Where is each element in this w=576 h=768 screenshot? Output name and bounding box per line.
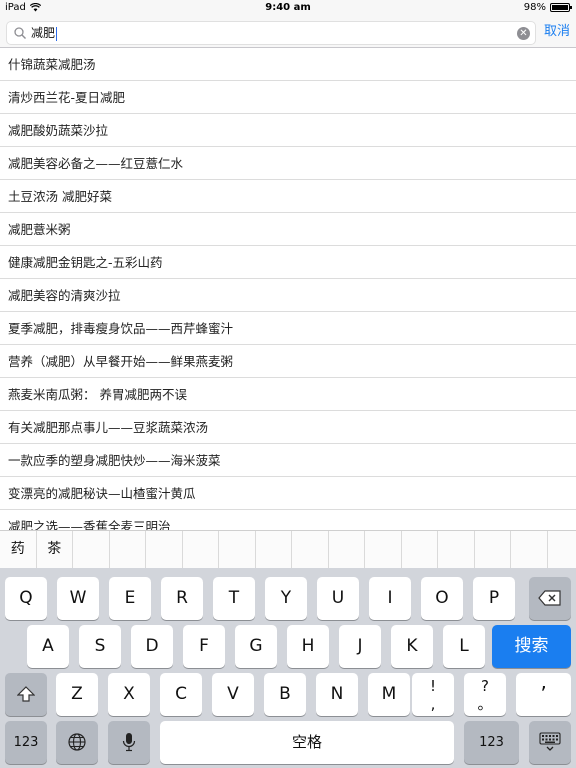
status-right: 98% <box>523 2 572 13</box>
key-v[interactable]: V <box>212 673 254 716</box>
shift-icon <box>16 686 36 702</box>
key-comma-label: , <box>430 695 436 713</box>
candidate-slot-empty <box>329 531 365 568</box>
key-y[interactable]: Y <box>265 577 307 620</box>
key-u[interactable]: U <box>317 577 359 620</box>
candidate-slot-empty <box>219 531 256 568</box>
key-t[interactable]: T <box>213 577 255 620</box>
key-h[interactable]: H <box>287 625 329 668</box>
candidate-slot-empty <box>110 531 146 568</box>
list-item[interactable]: 减肥之选——香蕉全麦三明治 <box>0 510 576 530</box>
battery-icon <box>550 3 572 12</box>
candidate-slot-empty <box>183 531 219 568</box>
globe-icon <box>68 733 86 751</box>
key-d[interactable]: D <box>131 625 173 668</box>
candidate-slot-empty <box>438 531 475 568</box>
list-item[interactable]: 燕麦米南瓜粥： 养胃减肥两不误 <box>0 378 576 411</box>
key-z[interactable]: Z <box>56 673 98 716</box>
key-c[interactable]: C <box>160 673 202 716</box>
key-x[interactable]: X <box>108 673 150 716</box>
key-r[interactable]: R <box>161 577 203 620</box>
key-question-period[interactable]: ? 。 <box>464 673 506 716</box>
key-q[interactable]: Q <box>5 577 47 620</box>
numbers-key-left[interactable]: 123 <box>5 721 47 764</box>
keyboard: 搜索 ! , ? 。 ’ 123 空格 123 Q W E R T Y U I … <box>0 568 576 768</box>
list-item[interactable]: 土豆浓汤 减肥好菜 <box>0 180 576 213</box>
list-item[interactable]: 夏季减肥，排毒瘦身饮品——西芹蜂蜜汁 <box>0 312 576 345</box>
microphone-icon <box>122 733 136 752</box>
key-question-label: ? <box>481 677 489 695</box>
results-list[interactable]: 什锦蔬菜减肥汤 清炒西兰花-夏日减肥 减肥酸奶蔬菜沙拉 减肥美容必备之——红豆薏仁水土… <box>0 48 576 530</box>
hide-keyboard-key[interactable] <box>529 721 571 764</box>
list-item[interactable]: 什锦蔬菜减肥汤 <box>0 48 576 81</box>
search-key[interactable]: 搜索 <box>492 625 571 668</box>
key-b[interactable]: B <box>264 673 306 716</box>
list-item[interactable]: 减肥酸奶蔬菜沙拉 <box>0 114 576 147</box>
list-item[interactable]: 减肥薏米粥 <box>0 213 576 246</box>
search-field[interactable]: 减肥 ✕ <box>6 21 536 45</box>
shift-key[interactable] <box>5 673 47 716</box>
delete-key[interactable] <box>529 577 571 620</box>
list-item[interactable]: 减肥美容的清爽沙拉 <box>0 279 576 312</box>
key-j[interactable]: J <box>339 625 381 668</box>
search-bar: 减肥 ✕ 取消 <box>0 16 576 48</box>
key-i[interactable]: I <box>369 577 411 620</box>
list-item[interactable]: 有关减肥那点事儿——豆浆蔬菜浓汤 <box>0 411 576 444</box>
candidate-slot-empty <box>365 531 402 568</box>
key-e[interactable]: E <box>109 577 151 620</box>
list-item[interactable]: 减肥美容必备之——红豆薏仁水 <box>0 147 576 180</box>
list-item[interactable]: 健康减肥金钥匙之-五彩山药 <box>0 246 576 279</box>
key-exclamation-label: ! <box>429 677 436 695</box>
candidate-item[interactable]: 茶 <box>37 531 73 568</box>
list-item[interactable]: 一款应季的塑身减肥快炒——海米菠菜 <box>0 444 576 477</box>
candidate-slot-empty <box>402 531 438 568</box>
key-period-label: 。 <box>477 695 493 713</box>
space-key[interactable]: 空格 <box>160 721 454 764</box>
key-o[interactable]: O <box>421 577 463 620</box>
search-query: 减肥 <box>31 26 56 40</box>
key-exclamation-comma[interactable]: ! , <box>412 673 454 716</box>
key-a[interactable]: A <box>27 625 69 668</box>
candidate-bar: 药茶 <box>0 530 576 568</box>
backspace-icon <box>538 590 561 606</box>
key-w[interactable]: W <box>57 577 99 620</box>
search-input[interactable]: 减肥 <box>31 22 58 44</box>
text-caret <box>56 26 58 41</box>
candidate-slot-empty <box>292 531 329 568</box>
list-item[interactable]: 清炒西兰花-夏日减肥 <box>0 81 576 114</box>
candidate-slot-empty <box>256 531 292 568</box>
status-bar: iPad 9:40 am 98% <box>0 0 576 16</box>
hide-keyboard-icon <box>539 732 561 751</box>
key-l[interactable]: L <box>443 625 485 668</box>
candidate-slot-empty <box>146 531 183 568</box>
key-m[interactable]: M <box>368 673 410 716</box>
list-item[interactable]: 变漂亮的减肥秘诀—山楂蜜汁黄瓜 <box>0 477 576 510</box>
key-g[interactable]: G <box>235 625 277 668</box>
list-item[interactable]: 营养（减肥）从早餐开始——鲜果燕麦粥 <box>0 345 576 378</box>
key-f[interactable]: F <box>183 625 225 668</box>
battery-percent: 98% <box>523 2 546 13</box>
dictation-key[interactable] <box>108 721 150 764</box>
status-time: 9:40 am <box>265 2 311 13</box>
search-icon <box>14 27 26 39</box>
candidate-slot-empty <box>73 531 110 568</box>
key-apostrophe[interactable]: ’ <box>516 673 571 716</box>
candidate-slot-empty <box>511 531 548 568</box>
key-k[interactable]: K <box>391 625 433 668</box>
cancel-button[interactable]: 取消 <box>544 21 570 43</box>
key-n[interactable]: N <box>316 673 358 716</box>
key-s[interactable]: S <box>79 625 121 668</box>
numbers-key-right[interactable]: 123 <box>464 721 519 764</box>
globe-key[interactable] <box>56 721 98 764</box>
clear-icon[interactable]: ✕ <box>517 27 530 40</box>
key-p[interactable]: P <box>473 577 515 620</box>
candidate-slot-empty <box>475 531 511 568</box>
candidate-item[interactable]: 药 <box>0 531 37 568</box>
